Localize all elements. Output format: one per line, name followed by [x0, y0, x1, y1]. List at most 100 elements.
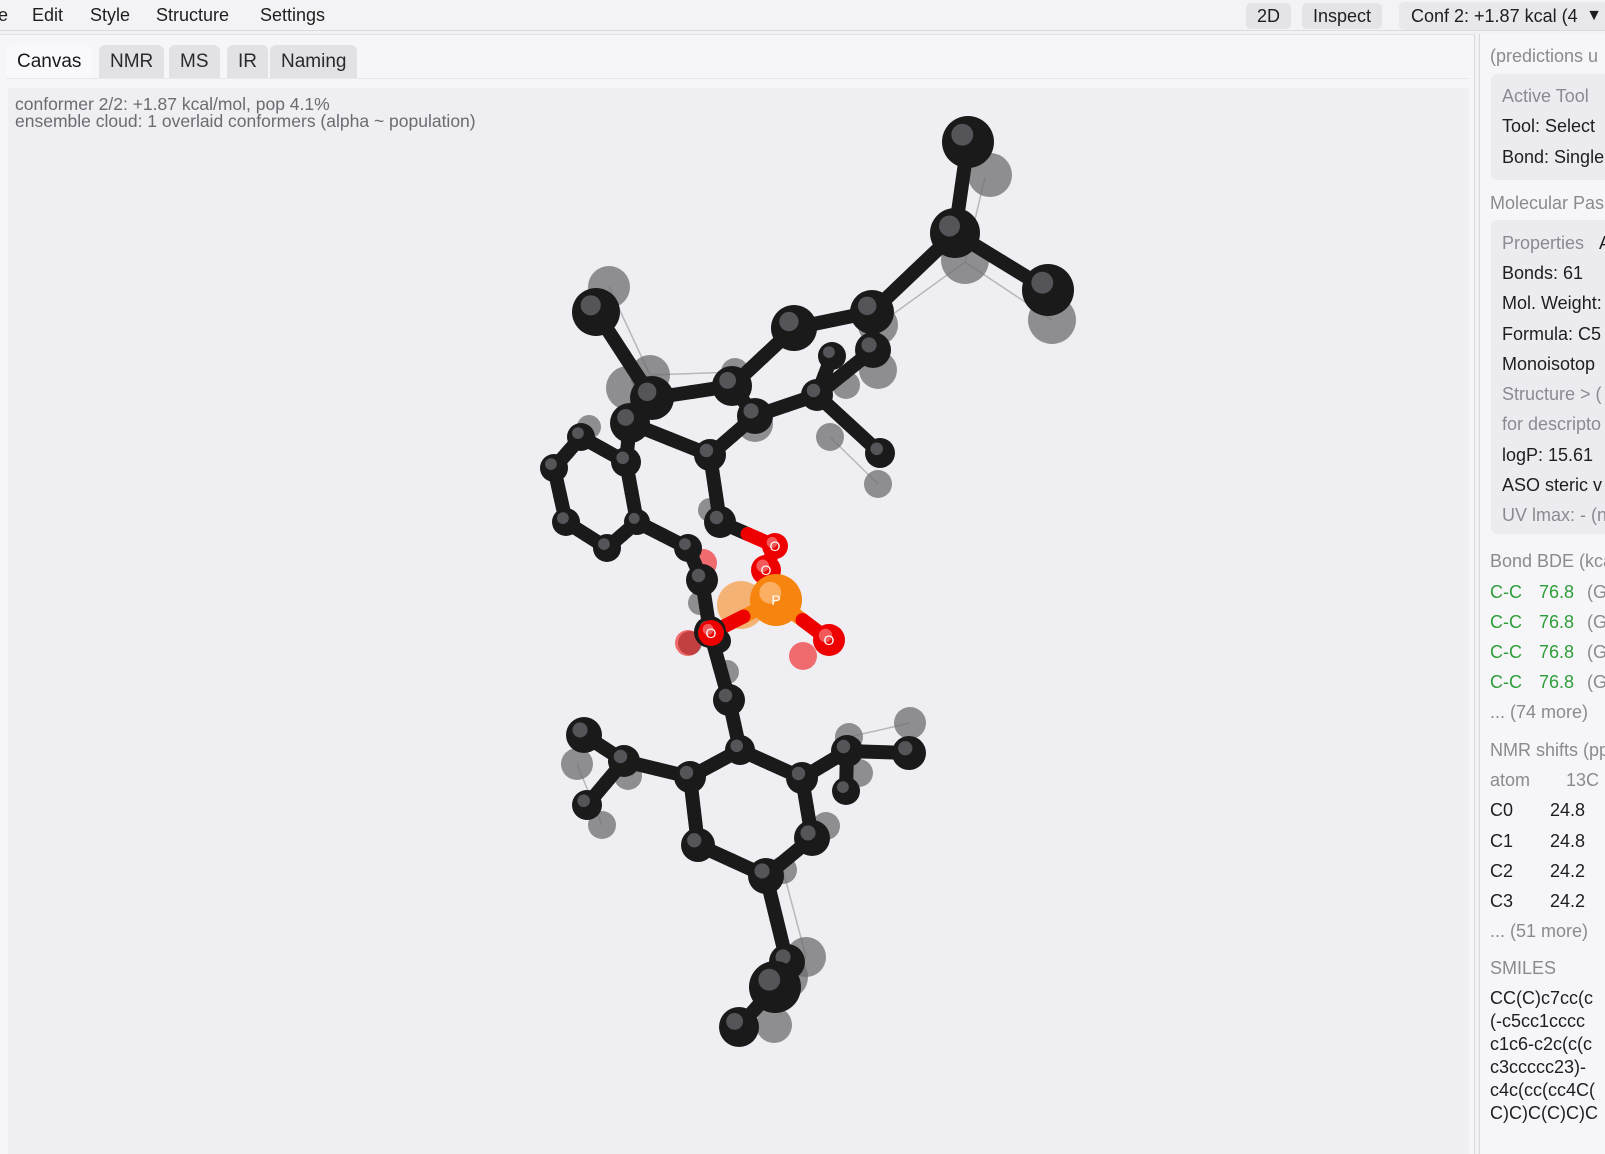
- atom-highlight: [754, 863, 770, 879]
- atom-highlight: [870, 442, 883, 456]
- atom-highlight: [743, 403, 759, 419]
- phosphorus-atom[interactable]: P: [750, 574, 802, 626]
- molecule-3d-view[interactable]: OOOOP: [0, 0, 1475, 1154]
- carbon-atom[interactable]: [831, 735, 863, 767]
- carbon-atom[interactable]: [552, 508, 580, 536]
- atom-highlight: [718, 688, 733, 703]
- bde-bond: C-C: [1490, 612, 1522, 632]
- carbon-atom[interactable]: [686, 564, 718, 596]
- carbon-atom[interactable]: [566, 717, 602, 753]
- carbon-atom[interactable]: [832, 777, 860, 805]
- carbon-atom[interactable]: [704, 506, 736, 538]
- smiles-header: SMILES: [1490, 958, 1557, 978]
- bde-value: 76.8: [1539, 672, 1575, 692]
- aso-steric: ASO steric v: [1502, 475, 1603, 495]
- smiles-line: c4c(cc(cc4C(: [1490, 1080, 1596, 1100]
- atom-highlight: [572, 427, 584, 439]
- atom-highlight: [857, 296, 877, 316]
- carbon-atom[interactable]: [892, 736, 926, 770]
- atom-highlight: [837, 781, 849, 793]
- carbon-atom[interactable]: [611, 447, 641, 477]
- logp: logP: 15.61: [1502, 445, 1594, 465]
- atom-highlight: [598, 538, 610, 550]
- nmr-header: NMR shifts (pp: [1490, 740, 1605, 760]
- carbon-atom[interactable]: [681, 828, 715, 862]
- carbon-atom[interactable]: [713, 684, 745, 716]
- atom-label: O: [824, 632, 835, 648]
- carbon-atom[interactable]: [694, 439, 726, 471]
- properties-trailing: A: [1599, 232, 1605, 254]
- carbon-atom[interactable]: [674, 761, 706, 793]
- carbon-atom[interactable]: [1022, 264, 1074, 316]
- tool-line[interactable]: Tool: Select: [1502, 115, 1595, 137]
- atom-highlight: [898, 741, 913, 756]
- bond-line[interactable]: Bond: Single: [1502, 146, 1604, 168]
- atom-highlight: [951, 123, 974, 146]
- atom-highlight: [709, 510, 724, 525]
- monoisotopic: Monoisotop: [1502, 354, 1596, 374]
- smiles-line: C)C)C(C)C)C: [1490, 1103, 1598, 1123]
- structure-note: Structure > (: [1502, 384, 1602, 404]
- uv-lmax: UV lmax: - (n: [1502, 505, 1605, 525]
- nmr-shift: 24.8: [1550, 800, 1586, 820]
- atom-highlight: [617, 409, 634, 426]
- carbon-atom[interactable]: [794, 820, 830, 856]
- bde-method: (G: [1587, 582, 1605, 602]
- carbon-atom[interactable]: [818, 342, 846, 370]
- carbon-atom[interactable]: [593, 534, 621, 562]
- nmr-shift: 24.8: [1550, 831, 1586, 851]
- bde-bond: C-C: [1490, 642, 1522, 662]
- atom-highlight: [800, 825, 816, 841]
- nmr-atom: C1: [1490, 831, 1514, 851]
- atom-highlight: [779, 311, 799, 332]
- carbon-atom[interactable]: [930, 208, 980, 258]
- carbon-atom[interactable]: [850, 290, 894, 334]
- carbon-atom[interactable]: [674, 534, 702, 562]
- carbon-atom[interactable]: [572, 790, 602, 820]
- carbon-atom[interactable]: [942, 116, 994, 168]
- bde-value: 76.8: [1539, 612, 1575, 632]
- oxygen-atom[interactable]: O: [698, 620, 724, 646]
- formula: Formula: C5: [1502, 324, 1602, 344]
- nmr-col-13c: 13C: [1566, 770, 1600, 790]
- atom-highlight: [637, 382, 657, 402]
- nmr-more-link[interactable]: ... (51 more): [1490, 920, 1588, 942]
- atom-highlight: [613, 749, 628, 764]
- bde-bond: C-C: [1490, 672, 1522, 692]
- atom-highlight: [1031, 271, 1054, 294]
- carbon-atom[interactable]: [737, 398, 773, 434]
- nmr-atom: C3: [1490, 891, 1514, 911]
- carbon-atom[interactable]: [786, 762, 818, 794]
- carbon-atom[interactable]: [749, 961, 801, 1013]
- chevron-down-icon: ▼: [1583, 2, 1605, 30]
- carbon-atom[interactable]: [624, 509, 650, 535]
- properties-header: Properties: [1502, 233, 1585, 253]
- atom-highlight: [572, 722, 588, 738]
- atom-highlight: [699, 443, 714, 458]
- atom-highlight: [836, 739, 851, 754]
- predictions-note: (predictions u: [1490, 46, 1599, 66]
- bonds-count: Bonds: 61: [1502, 263, 1584, 283]
- bde-value: 76.8: [1539, 642, 1575, 662]
- carbon-atom[interactable]: [855, 332, 891, 368]
- atom-label: O: [706, 625, 717, 641]
- oxygen-atom[interactable]: O: [813, 624, 845, 656]
- carbon-atom[interactable]: [567, 423, 595, 451]
- bde-more-link[interactable]: ... (74 more): [1490, 701, 1588, 723]
- carbon-atom[interactable]: [540, 454, 568, 482]
- carbon-atom[interactable]: [801, 379, 833, 411]
- carbon-atom[interactable]: [748, 858, 784, 894]
- nmr-atom: C2: [1490, 861, 1514, 881]
- carbon-atom[interactable]: [610, 403, 650, 443]
- carbon-atom[interactable]: [572, 288, 620, 336]
- carbon-atom[interactable]: [719, 1007, 759, 1047]
- carbon-atom[interactable]: [725, 735, 755, 765]
- carbon-atom[interactable]: [608, 745, 640, 777]
- atom-highlight: [861, 337, 877, 353]
- carbon-atom[interactable]: [712, 366, 752, 406]
- carbon-atom[interactable]: [865, 438, 895, 468]
- atom-highlight: [628, 512, 640, 524]
- carbon-atom[interactable]: [771, 305, 817, 351]
- atom-highlight: [823, 346, 835, 358]
- atom-highlight: [545, 458, 557, 470]
